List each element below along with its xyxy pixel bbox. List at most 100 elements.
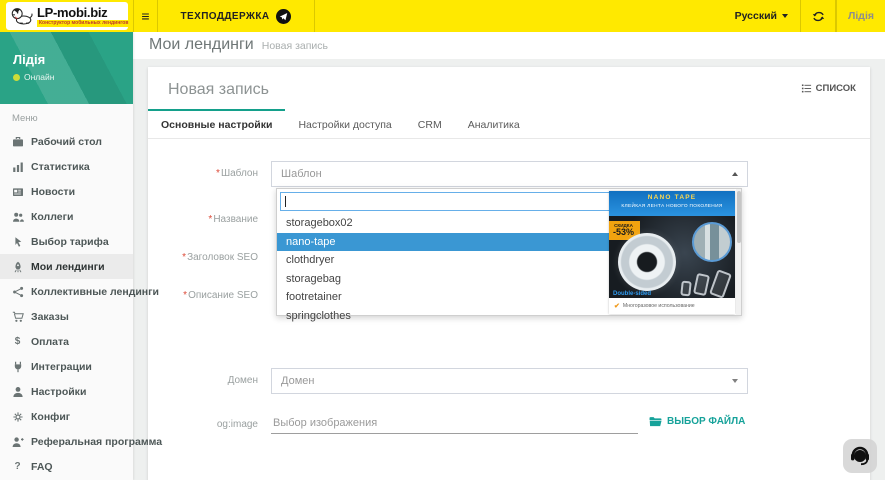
tab-bar: Основные настройки Настройки доступа CRM… bbox=[148, 109, 870, 139]
template-select-value: Шаблон bbox=[281, 168, 322, 180]
sidebar-item-dashboard[interactable]: Рабочий стол bbox=[0, 129, 133, 154]
refresh-icon bbox=[812, 10, 825, 23]
check-icon: ✔ bbox=[614, 302, 620, 310]
required-mark: * bbox=[182, 252, 186, 263]
preview-footer-text: Многоразовое использование bbox=[623, 303, 695, 309]
cart-icon bbox=[11, 310, 24, 323]
gears-icon bbox=[11, 410, 24, 423]
sidebar-item-label: Интеграции bbox=[31, 361, 92, 373]
sidebar-item-news[interactable]: Новости bbox=[0, 179, 133, 204]
domain-select-value: Домен bbox=[281, 375, 314, 387]
support-chat-button[interactable] bbox=[843, 439, 877, 473]
tab-analytics[interactable]: Аналитика bbox=[455, 109, 533, 138]
folder-icon bbox=[649, 416, 662, 427]
sidebar-item-label: Реферальная программа bbox=[31, 436, 162, 448]
user-plus-icon bbox=[11, 435, 24, 448]
page-title: Мои лендинги bbox=[149, 36, 254, 54]
list-icon bbox=[801, 83, 812, 94]
sidebar-item-config[interactable]: Конфиг bbox=[0, 404, 133, 429]
seo-desc-label: *Описание SEO bbox=[148, 283, 258, 301]
people-icon bbox=[11, 210, 24, 223]
topbar-username[interactable]: Лідія bbox=[836, 0, 885, 32]
sidebar-item-my-landings[interactable]: Мои лендинги bbox=[0, 254, 133, 279]
chevron-down-icon bbox=[732, 379, 738, 383]
tape-roll-image bbox=[618, 233, 676, 291]
option-storagebox02[interactable]: storagebox02 bbox=[277, 214, 613, 233]
briefcase-icon bbox=[11, 135, 24, 148]
required-mark: * bbox=[216, 168, 220, 179]
template-select[interactable]: Шаблон bbox=[271, 161, 748, 187]
og-image-input[interactable] bbox=[271, 412, 638, 434]
template-label: *Шаблон bbox=[148, 161, 258, 179]
required-mark: * bbox=[183, 290, 187, 301]
language-label: Русский bbox=[735, 10, 777, 22]
sidebar-item-label: Оплата bbox=[31, 336, 69, 348]
sidebar-item-label: Рабочий стол bbox=[31, 136, 102, 148]
logo-subtitle: Конструктор мобильных лендингов bbox=[37, 20, 130, 27]
sidebar-item-label: Мои лендинги bbox=[31, 261, 105, 273]
profile-name: Лідія bbox=[13, 52, 133, 67]
language-selector[interactable]: Русский bbox=[723, 0, 800, 32]
new-record-card: Новая запись СПИСОК Основные настройки Н… bbox=[148, 67, 870, 480]
domain-select[interactable]: Домен bbox=[271, 368, 748, 394]
sidebar-item-label: Заказы bbox=[31, 311, 69, 323]
option-springclothes[interactable]: springclothes bbox=[277, 307, 613, 326]
chevron-down-icon bbox=[782, 14, 788, 18]
plug-icon bbox=[11, 360, 24, 373]
dropdown-scrollbar[interactable] bbox=[736, 189, 741, 315]
sidebar-item-label: FAQ bbox=[31, 461, 53, 473]
option-storagebag[interactable]: storagebag bbox=[277, 270, 613, 289]
choose-file-button[interactable]: ВЫБОР ФАЙЛА bbox=[649, 416, 745, 427]
option-nano-tape[interactable]: nano-tape bbox=[277, 233, 613, 252]
name-label: *Название bbox=[148, 207, 258, 225]
sidebar-item-referral[interactable]: Реферальная программа bbox=[0, 429, 133, 454]
sidebar-item-label: Новости bbox=[31, 186, 75, 198]
chevron-up-icon bbox=[732, 172, 738, 176]
sidebar-item-label: Выбор тарифа bbox=[31, 236, 109, 248]
sidebar-item-label: Коллеги bbox=[31, 211, 73, 223]
menu-section-label: Меню bbox=[0, 104, 133, 129]
text-cursor bbox=[285, 196, 286, 207]
sidebar-item-settings[interactable]: Настройки bbox=[0, 379, 133, 404]
hamburger-menu-icon[interactable]: ≡ bbox=[133, 0, 157, 32]
record-form: *Шаблон Шаблон s bbox=[148, 139, 870, 434]
sidebar-item-label: Статистика bbox=[31, 161, 90, 173]
preview-caption: Double-sided bbox=[613, 291, 651, 297]
dropdown-search-input[interactable] bbox=[280, 192, 610, 211]
breadcrumb: Мои лендинги Новая запись bbox=[133, 32, 885, 59]
dropdown-options: storagebox02 nano-tape clothdryer storag… bbox=[277, 214, 613, 325]
list-button-label: СПИСОК bbox=[816, 83, 856, 94]
breadcrumb-sub: Новая запись bbox=[262, 40, 328, 52]
choose-file-label: ВЫБОР ФАЙЛА bbox=[667, 416, 745, 427]
sidebar-item-collective-landings[interactable]: Коллективные лендинги bbox=[0, 279, 133, 304]
bar-chart-icon bbox=[11, 160, 24, 173]
sidebar-item-faq[interactable]: ? FAQ bbox=[0, 454, 133, 479]
sidebar-item-tariff[interactable]: Выбор тарифа bbox=[0, 229, 133, 254]
telegram-icon bbox=[276, 9, 291, 24]
sidebar: Лідія Онлайн Меню Рабочий стол Статистик… bbox=[0, 32, 133, 480]
sidebar-item-orders[interactable]: Заказы bbox=[0, 304, 133, 329]
card-title: Новая запись bbox=[168, 81, 269, 99]
tab-crm[interactable]: CRM bbox=[405, 109, 455, 138]
template-preview-image: NANO TAPE КЛЕЙКАЯ ЛЕНТА НОВОГО ПОКОЛЕНИЯ… bbox=[609, 191, 735, 314]
seo-title-label: *Заголовок SEO bbox=[148, 245, 258, 263]
list-button[interactable]: СПИСОК bbox=[801, 81, 856, 94]
sidebar-item-colleagues[interactable]: Коллеги bbox=[0, 204, 133, 229]
og-image-label: og:image bbox=[148, 412, 258, 430]
tab-access-settings[interactable]: Настройки доступа bbox=[285, 109, 404, 138]
pointer-icon bbox=[11, 235, 24, 248]
sidebar-item-statistics[interactable]: Статистика bbox=[0, 154, 133, 179]
sidebar-item-integrations[interactable]: Интеграции bbox=[0, 354, 133, 379]
question-icon: ? bbox=[11, 460, 24, 473]
logo[interactable]: LP-mobi.biz Конструктор мобильных лендин… bbox=[0, 0, 133, 32]
template-dropdown: storagebox02 nano-tape clothdryer storag… bbox=[276, 188, 742, 316]
support-button[interactable]: ТЕХПОДДЕРЖКА bbox=[157, 0, 315, 32]
preview-subtitle: КЛЕЙКАЯ ЛЕНТА НОВОГО ПОКОЛЕНИЯ bbox=[609, 204, 735, 209]
tab-main-settings[interactable]: Основные настройки bbox=[148, 109, 285, 138]
sidebar-item-label: Коллективные лендинги bbox=[31, 286, 159, 298]
refresh-button[interactable] bbox=[800, 0, 836, 32]
option-clothdryer[interactable]: clothdryer bbox=[277, 251, 613, 270]
option-footretainer[interactable]: footretainer bbox=[277, 288, 613, 307]
online-status-label: Онлайн bbox=[24, 72, 54, 82]
sidebar-item-payment[interactable]: $ Оплата bbox=[0, 329, 133, 354]
